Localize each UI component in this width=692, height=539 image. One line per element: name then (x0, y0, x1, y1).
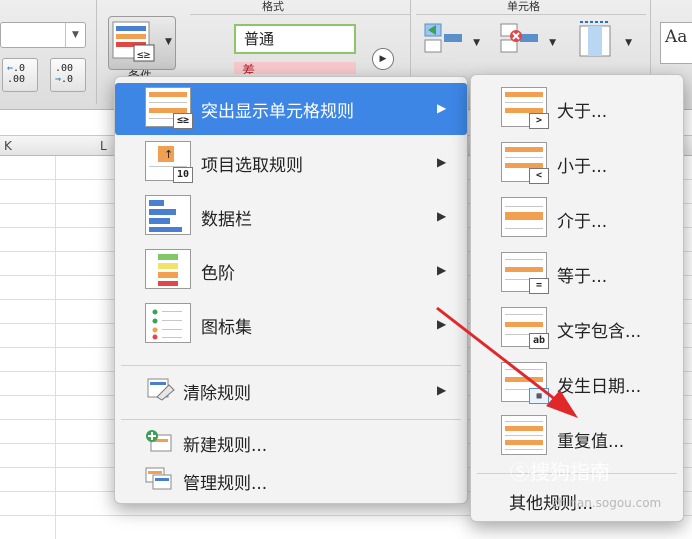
watermark-text: 搜狗指南 (530, 460, 610, 484)
watermark-logo: Ⓢ搜狗指南 (510, 460, 610, 484)
watermark-url: zhinan.sogou.com (552, 496, 662, 510)
